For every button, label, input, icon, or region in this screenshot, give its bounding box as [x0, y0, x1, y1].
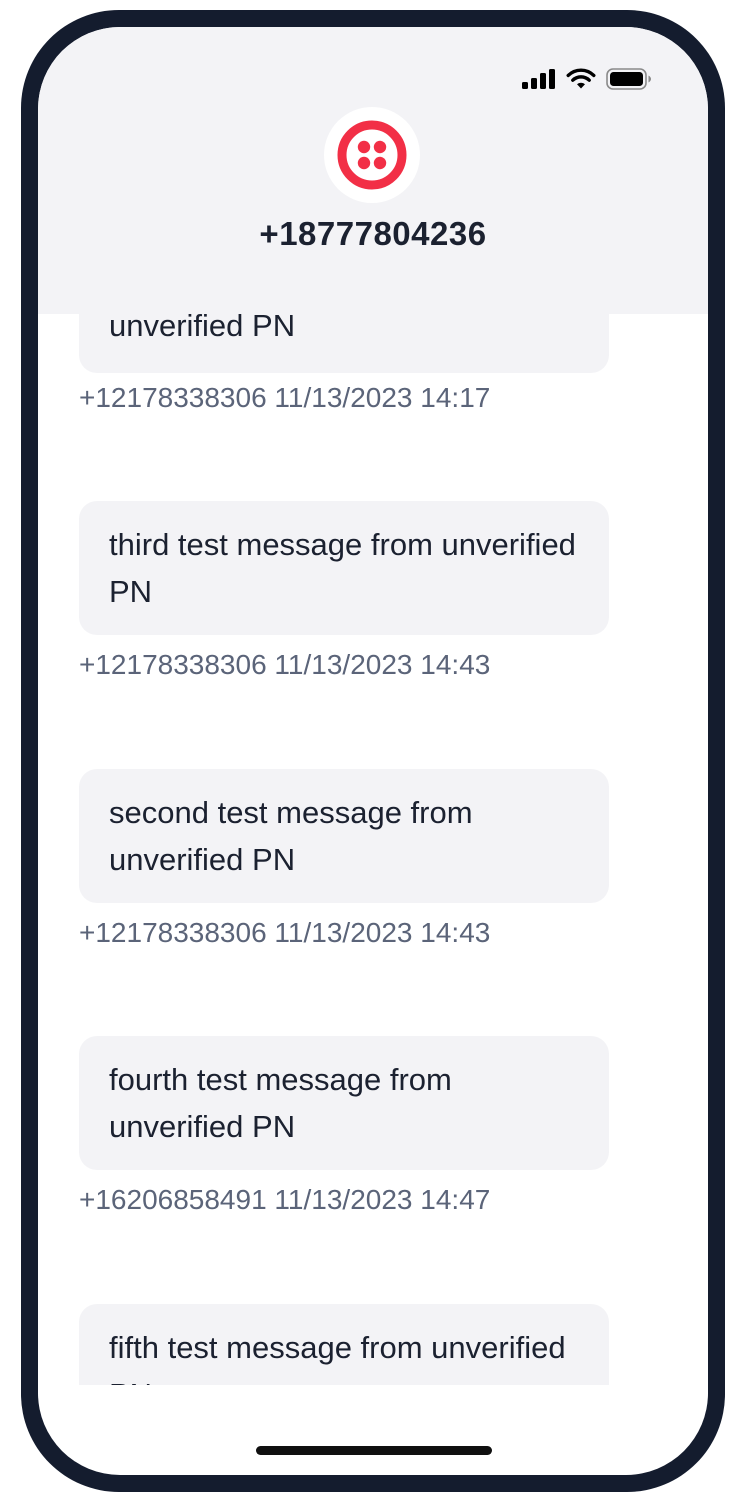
home-indicator[interactable] — [256, 1446, 492, 1455]
message-meta: +12178338306 11/13/2023 14:17 — [79, 382, 491, 413]
message-bubble: second test message from unverified PN — [79, 769, 609, 903]
message-meta: +16206858491 11/13/2023 14:47 — [79, 1184, 491, 1215]
cellular-signal-icon — [522, 69, 555, 89]
status-bar — [522, 67, 652, 91]
message-meta: +12178338306 11/13/2023 14:43 — [79, 649, 491, 680]
message-list[interactable]: unverified PN +12178338306 11/13/2023 14… — [38, 314, 708, 1385]
message-bubble: fifth test message from unverified PN — [79, 1304, 609, 1385]
message-bubble: third test message from unverified PN — [79, 501, 609, 635]
conversation-phone-number: +18777804236 — [259, 215, 487, 252]
wifi-icon — [566, 68, 596, 89]
message-meta: +12178338306 11/13/2023 14:43 — [79, 917, 491, 948]
message-bubble: fourth test message from unverified PN — [79, 1036, 609, 1170]
message-bubble: unverified PN — [79, 314, 609, 373]
conversation-header: +18777804236 — [38, 27, 708, 314]
phone-screen: +18777804236 unverified PN +12178338306 … — [38, 27, 708, 1475]
phone-frame: +18777804236 unverified PN +12178338306 … — [21, 10, 725, 1492]
battery-icon — [606, 68, 651, 90]
twilio-logo-icon — [337, 120, 407, 190]
twilio-logo — [324, 107, 420, 203]
